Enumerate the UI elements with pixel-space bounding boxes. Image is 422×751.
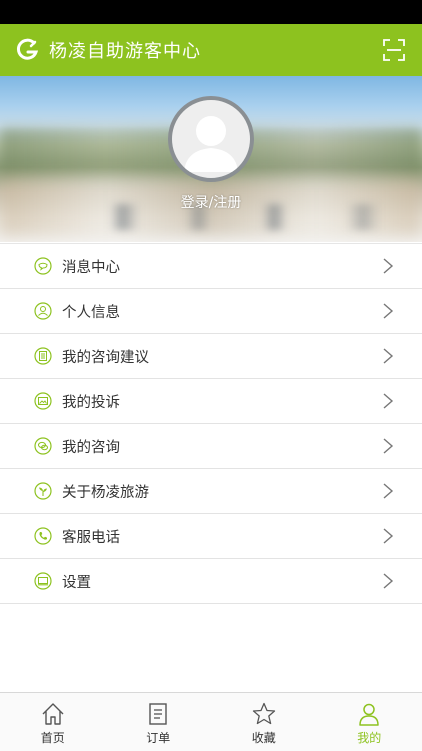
tab-home[interactable]: 首页 — [0, 693, 106, 751]
menu-item-customer-service-phone[interactable]: 客服电话 — [0, 514, 422, 559]
menu-item-about-yangling[interactable]: 关于杨凌旅游 — [0, 469, 422, 514]
menu-item-label: 我的咨询建议 — [62, 346, 149, 367]
menu-item-my-complaints[interactable]: 我的投诉 — [0, 379, 422, 424]
scan-icon[interactable] — [382, 38, 406, 62]
user-icon — [34, 302, 52, 320]
menu-item-my-suggestions[interactable]: 我的咨询建议 — [0, 334, 422, 379]
tab-orders[interactable]: 订单 — [106, 693, 212, 751]
profile-icon — [356, 701, 382, 727]
order-icon — [145, 701, 171, 727]
bottom-tab-bar: 首页 订单 收藏 我的 — [0, 692, 422, 751]
chevron-right-icon — [382, 438, 394, 454]
app-bar: 杨凌自助游客中心 — [0, 24, 422, 76]
phone-icon — [34, 527, 52, 545]
menu-item-my-consultations[interactable]: 我的咨询 — [0, 424, 422, 469]
menu-item-label: 我的投诉 — [62, 391, 120, 412]
menu-item-settings[interactable]: 设置 — [0, 559, 422, 604]
home-icon — [40, 701, 66, 727]
chevron-right-icon — [382, 573, 394, 589]
chevron-right-icon — [382, 483, 394, 499]
chevron-right-icon — [382, 528, 394, 544]
tab-label: 首页 — [41, 729, 65, 746]
chat-icon — [34, 437, 52, 455]
complaint-icon — [34, 392, 52, 410]
plant-icon — [34, 482, 52, 500]
menu-item-message-center[interactable]: 消息中心 — [0, 243, 422, 289]
menu-item-label: 个人信息 — [62, 301, 120, 322]
menu-item-label: 客服电话 — [62, 526, 120, 547]
avatar-placeholder-icon — [172, 100, 250, 178]
chevron-right-icon — [382, 258, 394, 274]
menu-item-label: 我的咨询 — [62, 436, 120, 457]
menu-item-label: 关于杨凌旅游 — [62, 481, 149, 502]
menu-item-personal-info[interactable]: 个人信息 — [0, 289, 422, 334]
app-logo-icon — [15, 37, 41, 63]
menu-list: 消息中心 个人信息 我的咨询建议 我的投诉 我的咨询 关于杨凌旅游 — [0, 243, 422, 604]
app-title: 杨凌自助游客中心 — [49, 37, 201, 63]
star-icon — [251, 701, 277, 727]
tab-label: 我的 — [357, 729, 381, 746]
settings-icon — [34, 572, 52, 590]
document-icon — [34, 347, 52, 365]
chevron-right-icon — [382, 303, 394, 319]
message-icon — [34, 257, 52, 275]
chevron-right-icon — [382, 393, 394, 409]
chevron-right-icon — [382, 348, 394, 364]
status-bar — [0, 0, 422, 24]
tab-label: 收藏 — [252, 729, 276, 746]
tab-mine[interactable]: 我的 — [317, 693, 422, 751]
tab-favorites[interactable]: 收藏 — [211, 693, 317, 751]
login-register-link[interactable]: 登录/注册 — [0, 192, 422, 212]
tab-label: 订单 — [146, 729, 170, 746]
menu-item-label: 消息中心 — [62, 256, 120, 277]
avatar[interactable] — [168, 96, 254, 182]
menu-item-label: 设置 — [62, 571, 91, 592]
